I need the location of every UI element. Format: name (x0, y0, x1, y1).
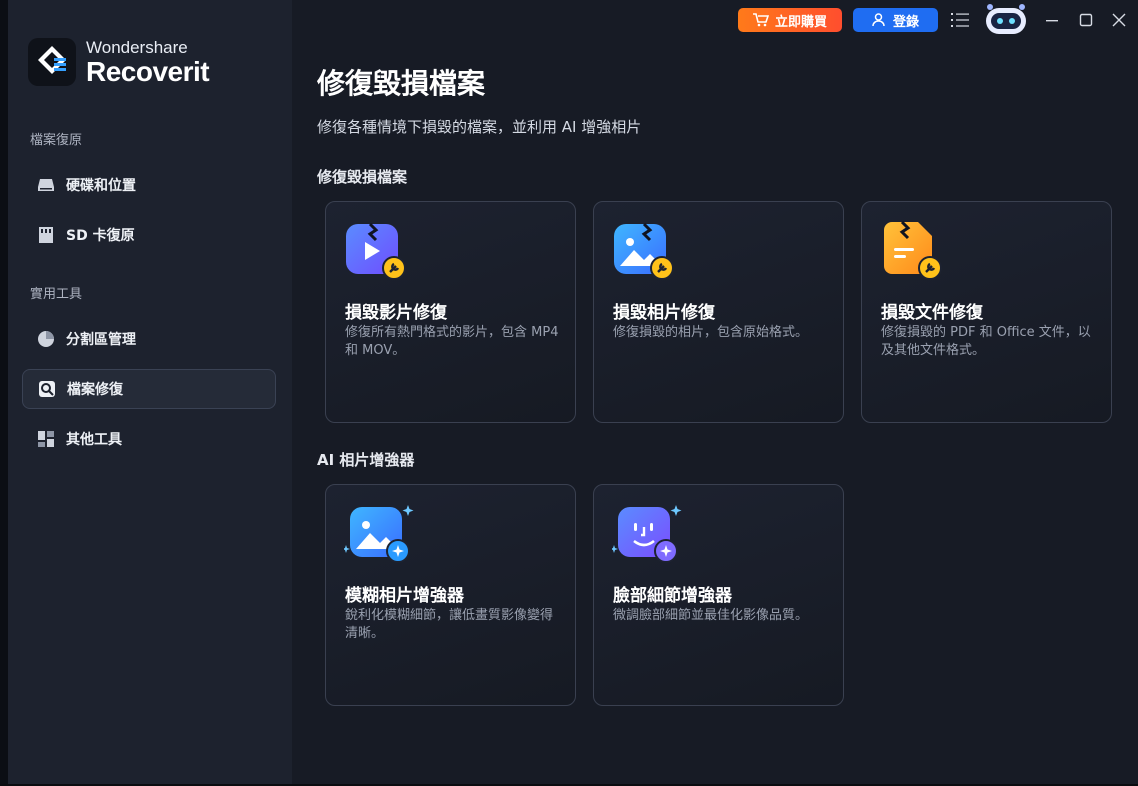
card-document-repair[interactable]: 損毀文件修復 修復損毀的 PDF 和 Office 文件，以及其他文件格式。 (861, 201, 1112, 423)
sidebar-item-file-repair[interactable]: 檔案修復 (22, 369, 276, 409)
card-description: 銳利化模糊細節，讓低畫質影像變得清晰。 (345, 608, 554, 641)
close-icon[interactable] (1107, 8, 1131, 32)
sidebar: Wondershare Recoverit 檔案復原 硬碟和位置 SD 卡復原 … (8, 0, 292, 784)
photo-enhance-icon (342, 503, 414, 565)
sd-card-icon (36, 225, 56, 245)
card-photo-enhancer[interactable]: 模糊相片增強器 銳利化模糊細節，讓低畫質影像變得清晰。 (325, 484, 576, 706)
card-face-enhancer[interactable]: 臉部細節增強器 微調臉部細節並最佳化影像品質。 (593, 484, 844, 706)
card-title: 損毀相片修復 (613, 303, 715, 323)
video-repair-icon (344, 220, 410, 282)
user-icon (872, 13, 885, 27)
login-label: 登錄 (892, 14, 919, 30)
page-title: 修復毀損檔案 (317, 67, 486, 100)
group-title-ai-enhancer: AI 相片增強器 (317, 451, 415, 469)
card-description: 修復所有熱門格式的影片，包含 MP4 和 MOV。 (345, 325, 559, 358)
group-title-repair: 修復毀損檔案 (317, 168, 408, 186)
card-video-repair[interactable]: 損毀影片修復 修復所有熱門格式的影片，包含 MP4 和 MOV。 (325, 201, 576, 423)
sidebar-item-other-tools[interactable]: 其他工具 (22, 419, 276, 459)
card-description: 修復損毀的相片，包含原始格式。 (613, 325, 809, 340)
cart-icon (752, 13, 769, 27)
page-subtitle: 修復各種情境下損毀的檔案，並利用 AI 增強相片 (317, 118, 642, 136)
sidebar-item-label: 其他工具 (66, 432, 122, 448)
card-title: 損毀文件修復 (881, 303, 983, 323)
buy-now-button[interactable]: 立即購買 (738, 8, 842, 32)
photo-repair-icon (612, 220, 678, 282)
pie-chart-icon (36, 329, 56, 349)
recoverit-logo-icon (28, 38, 76, 86)
sidebar-item-drives[interactable]: 硬碟和位置 (22, 165, 276, 205)
section-tools: 實用工具 (30, 287, 83, 302)
face-enhance-icon (610, 503, 682, 565)
sidebar-item-label: 檔案修復 (67, 382, 123, 398)
brand-wordmark-top: Wondershare (86, 37, 188, 57)
sidebar-item-label: SD 卡復原 (66, 228, 135, 244)
card-title: 模糊相片增強器 (345, 586, 464, 606)
robot-assistant-icon[interactable] (980, 2, 1032, 36)
sidebar-item-partition[interactable]: 分割區管理 (22, 319, 276, 359)
grid-icon (36, 429, 56, 449)
section-file-recovery: 檔案復原 (30, 133, 83, 148)
sidebar-item-label: 硬碟和位置 (66, 178, 136, 194)
minimize-icon[interactable] (1040, 8, 1064, 32)
buy-now-label: 立即購買 (774, 14, 827, 30)
card-title: 臉部細節增強器 (613, 586, 732, 606)
maximize-icon[interactable] (1074, 8, 1098, 32)
sidebar-item-label: 分割區管理 (66, 332, 136, 348)
drive-icon (36, 175, 56, 195)
card-photo-repair[interactable]: 損毀相片修復 修復損毀的相片，包含原始格式。 (593, 201, 844, 423)
file-repair-icon (37, 379, 57, 399)
document-repair-icon (880, 220, 946, 282)
menu-list-icon[interactable] (948, 8, 972, 32)
brand: Wondershare Recoverit (28, 37, 210, 87)
login-button[interactable]: 登錄 (853, 8, 938, 32)
brand-wordmark: Recoverit (86, 55, 210, 87)
card-description: 修復損毀的 PDF 和 Office 文件，以及其他文件格式。 (881, 325, 1091, 358)
sidebar-item-sd-card[interactable]: SD 卡復原 (22, 215, 276, 255)
card-title: 損毀影片修復 (345, 303, 447, 323)
card-description: 微調臉部細節並最佳化影像品質。 (613, 608, 809, 623)
